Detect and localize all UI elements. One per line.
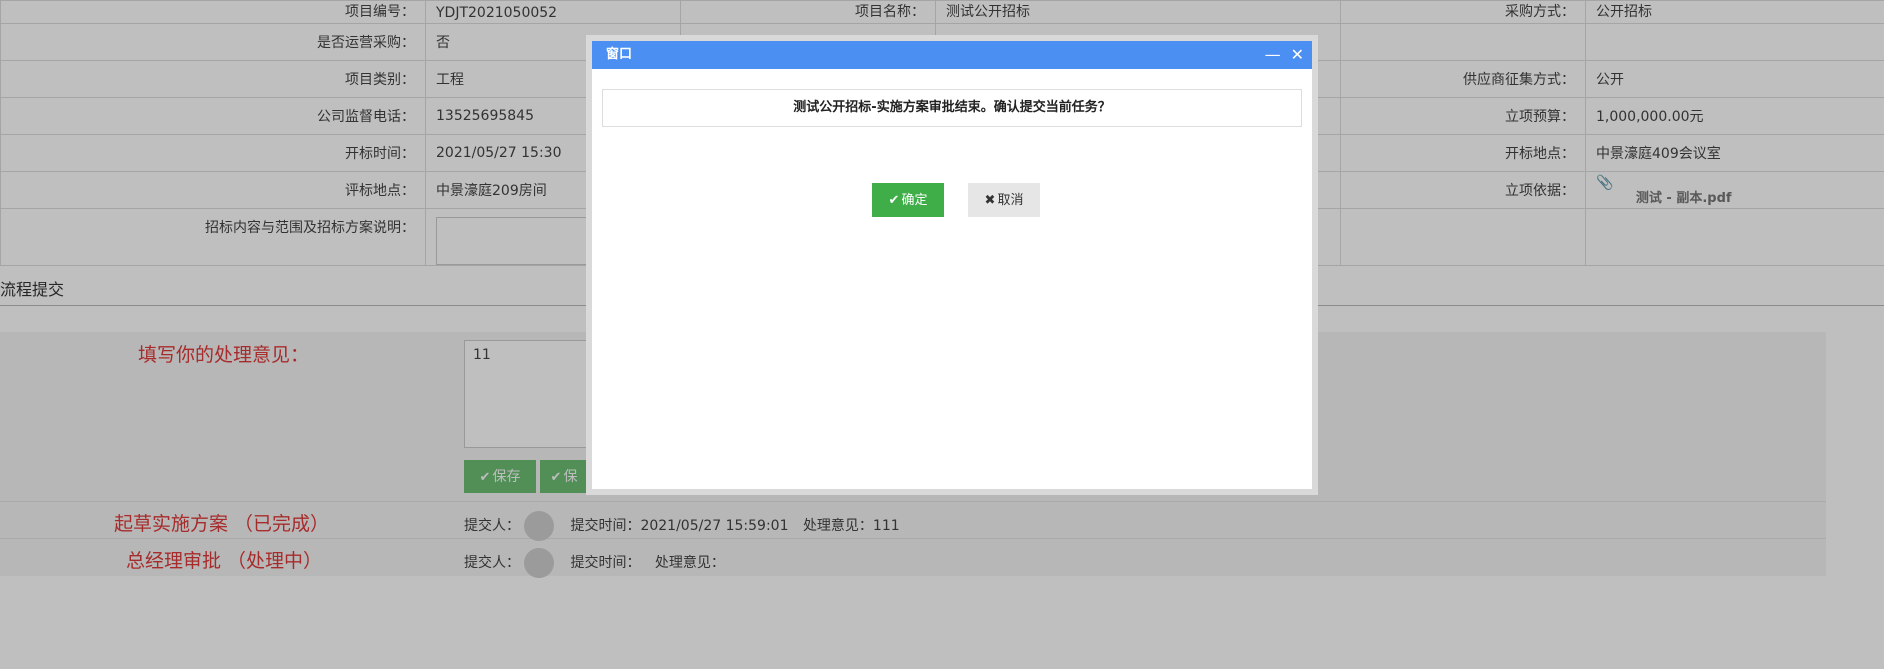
cancel-button[interactable]: ✖ 取消 <box>968 183 1040 217</box>
dialog-header: 窗口 — ✕ <box>592 41 1312 69</box>
confirm-dialog: 窗口 — ✕ 测试公开招标-实施方案审批结束。确认提交当前任务？ ✔ 确定 ✖ 取消 <box>586 35 1318 495</box>
check-icon: ✔ <box>888 192 900 207</box>
dialog-title: 窗口 <box>606 47 633 62</box>
confirm-button[interactable]: ✔ 确定 <box>872 183 944 217</box>
close-icon[interactable]: ✕ <box>1291 41 1304 69</box>
x-icon: ✖ <box>984 192 996 207</box>
dialog-message: 测试公开招标-实施方案审批结束。确认提交当前任务？ <box>602 89 1302 127</box>
minimize-icon[interactable]: — <box>1265 41 1281 69</box>
